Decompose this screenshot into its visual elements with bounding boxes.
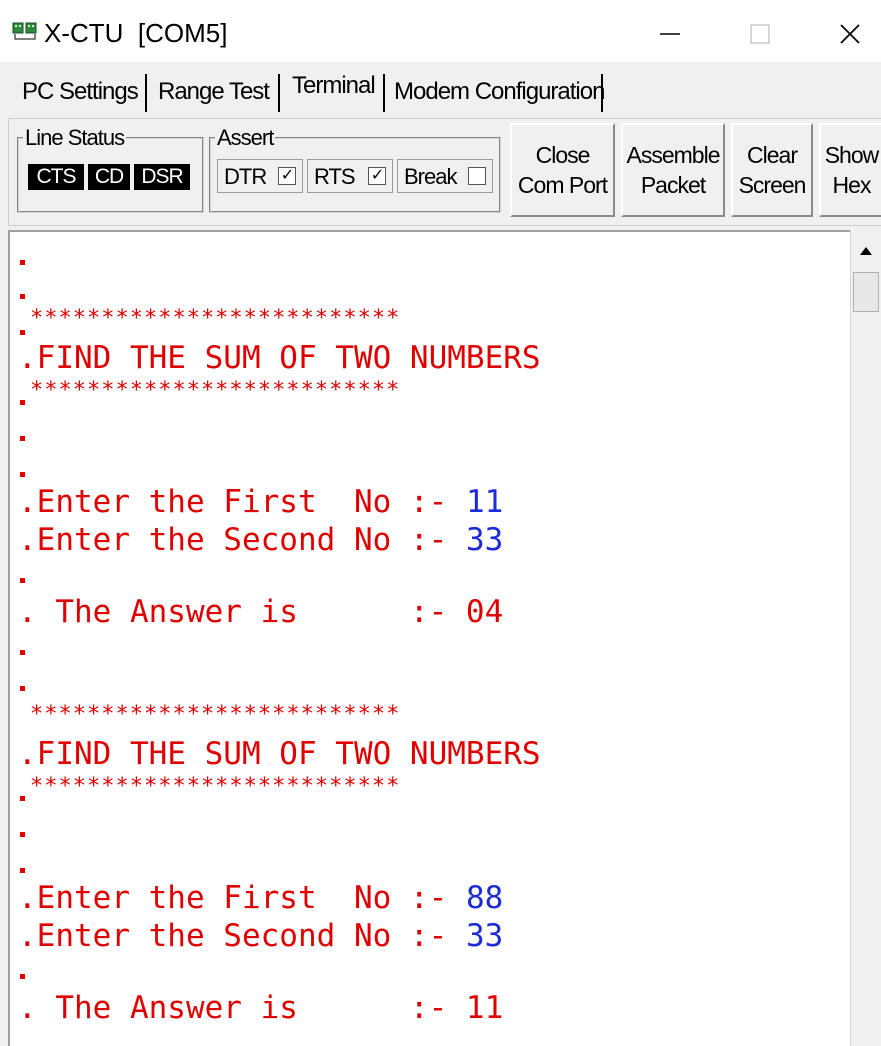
terminal-dot <box>20 400 25 405</box>
tab-separator <box>145 74 147 112</box>
close-com-port-line1: Close <box>535 142 591 168</box>
tab-pc-settings[interactable]: PC Settings <box>22 72 139 112</box>
tab-range-test[interactable]: Range Test <box>158 72 270 112</box>
terminal-heading: .FIND THE SUM OF TWO NUMBERS <box>18 736 541 772</box>
close-com-port-button[interactable]: Close Com Port <box>510 123 615 217</box>
clear-screen-line1: Clear <box>747 142 798 168</box>
tab-modem-configuration[interactable]: Modem Configuration <box>394 72 605 112</box>
second-number-prompt: .Enter the Second No :- <box>18 522 466 558</box>
scroll-up-arrow-icon <box>860 247 872 255</box>
tab-bar: PC Settings Range Test Terminal Modem Co… <box>0 62 881 118</box>
window-title: X-CTU [COM5] <box>44 18 228 48</box>
dtr-label: DTR <box>224 164 267 189</box>
toolbar: Line Status CTS CD DSR Assert DTR ✓ RTS … <box>8 118 881 226</box>
terminal-dot <box>20 472 25 477</box>
title-bar: X-CTU [COM5] <box>0 0 881 62</box>
second-number-prompt: .Enter the Second No :- <box>18 918 466 954</box>
show-hex-line2: Hex <box>832 172 872 198</box>
scroll-up-button[interactable] <box>851 236 881 266</box>
first-number-value: 88 <box>465 880 504 916</box>
close-icon <box>840 24 860 44</box>
maximize-button[interactable] <box>738 12 782 56</box>
minimize-icon <box>660 33 680 35</box>
terminal-dot <box>20 868 25 873</box>
second-number-value: 33 <box>465 918 504 954</box>
assemble-packet-line2: Packet <box>640 172 706 198</box>
app-icon <box>12 22 37 40</box>
rts-check-icon: ✓ <box>368 167 386 185</box>
rts-checkbox[interactable]: RTS ✓ <box>307 159 393 193</box>
terminal-dot <box>20 796 25 801</box>
terminal-dot <box>20 578 25 583</box>
terminal-dot <box>20 436 25 441</box>
clear-screen-button[interactable]: Clear Screen <box>731 123 813 217</box>
answer-line: . The Answer is :- 11 <box>18 990 504 1026</box>
terminal-dot <box>20 330 25 335</box>
terminal-dot <box>20 974 25 979</box>
xctu-window: X-CTU [COM5] PC Settings Range Test Term… <box>0 0 881 1046</box>
tab-separator <box>278 74 280 112</box>
terminal-heading: .FIND THE SUM OF TWO NUMBERS <box>18 340 541 376</box>
minimize-button[interactable] <box>648 12 692 56</box>
dtr-checkbox[interactable]: DTR ✓ <box>217 159 303 193</box>
close-com-port-line2: Com Port <box>517 172 608 198</box>
break-check-box-icon <box>468 167 486 185</box>
answer-line: . The Answer is :- 04 <box>18 594 504 630</box>
rts-label: RTS <box>314 164 356 189</box>
close-button[interactable] <box>828 12 872 56</box>
vertical-scrollbar[interactable] <box>850 230 881 1046</box>
show-hex-line1: Show <box>824 142 880 168</box>
stars-divider: ************************** <box>30 702 401 727</box>
stars-divider: ************************** <box>30 378 401 403</box>
terminal-dot <box>20 294 25 299</box>
tab-separator <box>383 74 385 112</box>
tab-separator <box>601 74 603 112</box>
cd-indicator: CD <box>88 164 130 190</box>
assemble-packet-button[interactable]: Assemble Packet <box>621 123 725 217</box>
clear-screen-line2: Screen <box>738 172 807 198</box>
dtr-check-icon: ✓ <box>278 167 296 185</box>
second-number-value: 33 <box>465 522 504 558</box>
assemble-packet-line1: Assemble <box>626 142 721 168</box>
terminal-dot <box>20 650 25 655</box>
assert-legend: Assert <box>217 125 274 150</box>
dsr-indicator: DSR <box>134 164 190 190</box>
show-hex-button[interactable]: Show Hex <box>819 123 881 217</box>
first-number-prompt: .Enter the First No :- <box>18 484 466 520</box>
break-label: Break <box>404 164 457 189</box>
second-number-line: .Enter the Second No :- 33 <box>18 522 503 558</box>
first-number-line: .Enter the First No :- 11 <box>18 484 503 520</box>
terminal-dot <box>20 832 25 837</box>
tab-terminal[interactable]: Terminal <box>292 66 376 106</box>
terminal-dot <box>20 260 25 265</box>
maximize-icon <box>750 24 770 44</box>
first-number-value: 11 <box>465 484 504 520</box>
line-status-legend: Line Status <box>25 125 125 150</box>
terminal-output[interactable]: ************************** .FIND THE SUM… <box>8 230 850 1046</box>
first-number-prompt: .Enter the First No :- <box>18 880 466 916</box>
terminal-dot <box>20 686 25 691</box>
scroll-thumb[interactable] <box>853 272 879 312</box>
break-checkbox[interactable]: Break <box>397 159 493 193</box>
stars-divider: ************************** <box>30 306 401 331</box>
cts-indicator: CTS <box>28 164 84 190</box>
second-number-line: .Enter the Second No :- 33 <box>18 918 503 954</box>
stars-divider: ************************** <box>30 774 401 799</box>
first-number-line: .Enter the First No :- 88 <box>18 880 503 916</box>
